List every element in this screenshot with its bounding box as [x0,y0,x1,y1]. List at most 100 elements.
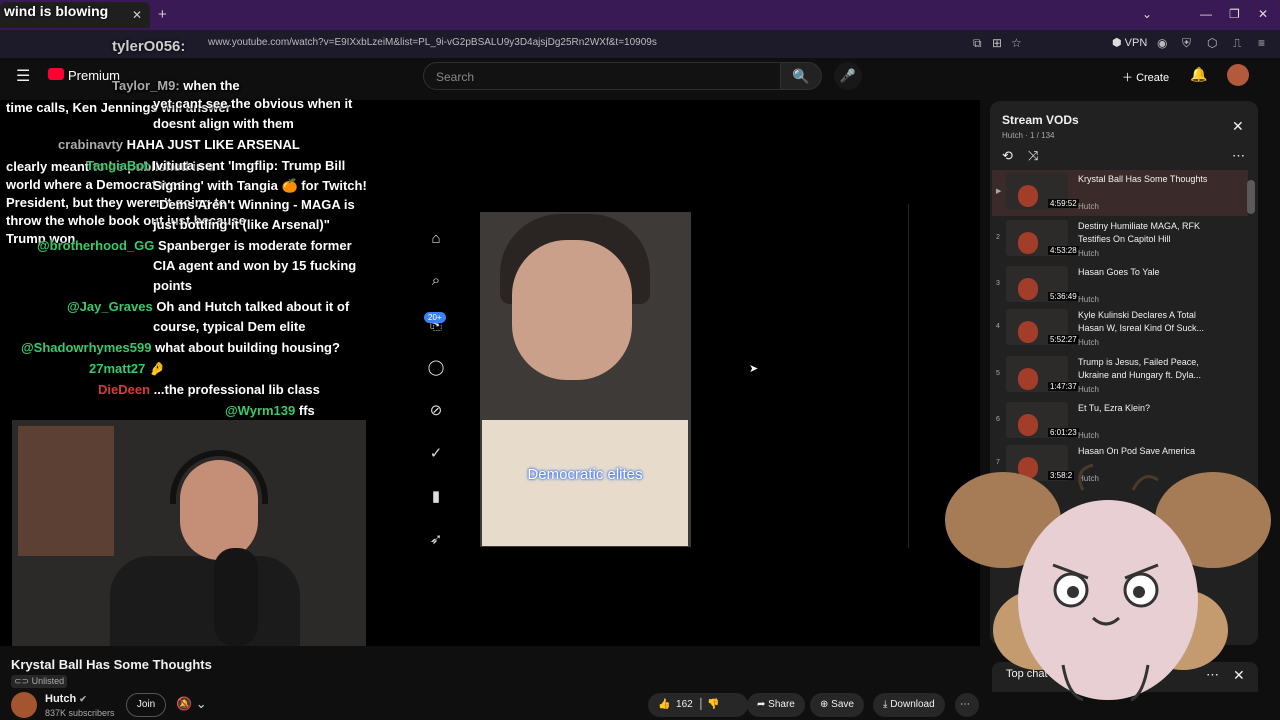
create-button[interactable]: ＋ Create [1122,64,1178,88]
playlist-index: ▶ [996,188,1002,195]
video-title: Krystal Ball Has Some Thoughts [11,657,212,672]
playlist-item-author: Hutch [1078,202,1099,211]
playlist-index: 5 [996,370,1000,377]
chat-text: yet cant see the obvious when it [153,96,353,111]
message-icon[interactable]: ◯ [426,358,446,376]
mic-icon: 🎤 [839,68,857,83]
chat-text: what about building housing? [155,340,340,355]
like-dislike-group: 👍 162 │ 👎 [648,693,748,717]
thumbnail-face [1018,368,1038,390]
chat-text: doesnt align with them [153,116,294,131]
playlist-title[interactable]: Stream VODs [1002,113,1079,127]
like-count[interactable]: 162 [676,699,693,710]
chat-message: @Jay_Graves Oh and Hutch talked about it… [67,299,349,314]
dislike-icon[interactable]: 👎 [707,699,719,710]
video-thumbnail[interactable]: 6:01:23 [1006,402,1079,438]
loop-icon[interactable]: ⟲ [1002,148,1013,164]
verified-icon: ✔ [79,694,87,704]
video-thumbnail[interactable]: 1:47:37 [1006,356,1079,392]
video-thumbnail[interactable]: 5:52:27 [1006,309,1079,345]
playlist-item-title[interactable]: Destiny Humiliate MAGA, RFK Testifies On… [1078,220,1218,246]
shuffle-icon[interactable]: ⤨ [1028,148,1038,164]
subscribe-notification-icon[interactable]: 🔕 ⌄ [176,696,207,712]
save-button[interactable]: ⊕ Save [810,693,864,717]
chat-text: ffs [298,403,315,418]
close-playlist-icon[interactable]: ✕ [1232,118,1244,135]
download-label: Download [890,699,935,710]
chat-text: Ivitiuta sent 'Imgflip: Trump Bill [152,158,346,173]
unlisted-badge: ⊂⊃ Unlisted [11,675,68,688]
save-label: Save [831,699,854,710]
playlist-item[interactable]: 5 1:47:37 Trump is Jesus, Failed Peace, Uk… [996,356,1246,400]
search-input[interactable]: Search [423,62,781,90]
playlist-item[interactable]: ▶ 4:59:52 Krystal Ball Has Some Thoughts Hu… [996,173,1246,217]
search-icon[interactable]: ⌕ [426,272,446,289]
playlist-item[interactable]: 4 5:52:27 Kyle Kulinski Declares A Total H… [996,309,1246,353]
share-icon: ➦ [757,699,766,710]
channel-name[interactable]: Hutch ✔ [45,693,87,705]
join-button[interactable]: Join [126,693,166,717]
playlist-item-author: Hutch [1078,249,1099,258]
playlist-item-author: Hutch [1078,338,1099,347]
playlist-index: 2 [996,234,1000,241]
chat-message: CIA agent and won by 15 fucking [153,258,356,273]
playlist-item[interactable]: 2 4:53:28 Destiny Humiliate MAGA, RFK Test… [996,220,1246,264]
thumbnail-face [1018,185,1038,207]
close-window-icon[interactable]: ✕ [1258,7,1268,21]
wallet-icon[interactable]: ⎍ [1233,36,1241,51]
share-button[interactable]: ➦ Share [747,693,805,717]
playlist-more-icon[interactable]: ⋯ [1232,148,1245,164]
following-icon[interactable]: ✓ [426,444,446,462]
playlist-item[interactable]: 6 6:01:23 Et Tu, Ezra Klein? Hutch [996,402,1246,446]
notifications-bell-icon[interactable]: 🔔 [1190,66,1207,83]
shield-icon[interactable]: ⛨ [1182,36,1191,51]
install-icon[interactable]: ⊞ [992,36,1002,50]
search-button[interactable]: 🔍 [780,62,822,90]
playlist-item-title[interactable]: Krystal Ball Has Some Thoughts [1078,173,1218,186]
playlist-scrollbar[interactable] [1247,180,1255,214]
chat-message: @Wyrm139 ffs [225,403,315,418]
playlist-item-author: Hutch [1078,431,1099,440]
playlist-item-title[interactable]: Hasan Goes To Yale [1078,266,1218,279]
chevron-down-icon[interactable]: ⌄ [1142,7,1152,21]
chat-message: Signing' with Tangia 🍊 for Twitch! [153,178,367,194]
rocket-icon[interactable]: ➶ [426,530,446,548]
home-icon[interactable]: ⌂ [426,230,446,247]
unlisted-label: Unlisted [31,676,65,686]
channel-avatar[interactable] [11,692,37,718]
vpn-button[interactable]: ⬢ VPN [1112,36,1147,49]
playlist-item[interactable]: 3 5:36:49 Hasan Goes To Yale Hutch [996,266,1246,310]
download-button[interactable]: ⤓ Download [873,693,945,717]
chat-message: 27matt27 🤌 [89,361,165,377]
extensions-icon[interactable]: ⬡ [1207,36,1217,50]
chat-text: HAHA JUST LIKE ARSENAL [126,137,300,152]
playlist-item-author: Hutch [1078,385,1099,394]
video-duration: 1:47:37 [1048,382,1079,391]
playlist-item-title[interactable]: Et Tu, Ezra Klein? [1078,402,1218,415]
chat-username: TangiaBot [86,158,149,173]
voice-search-button[interactable]: 🎤 [834,62,862,90]
playlist-item-title[interactable]: Trump is Jesus, Failed Peace, Ukraine an… [1078,356,1218,382]
download-icon: ⤓ [883,699,888,710]
menu-icon[interactable]: ≡ [1258,36,1265,50]
profile-icon[interactable]: ◉ [1157,36,1167,50]
minimize-icon[interactable]: — [1200,7,1212,21]
mouse-cursor-icon: ➤ [749,363,759,375]
screenshot-icon[interactable]: ⧉ [973,36,982,51]
video-thumbnail[interactable]: 4:53:28 [1006,220,1079,256]
bookmark-icon[interactable]: ▮ [426,487,446,505]
like-icon[interactable]: 👍 [658,699,670,710]
account-avatar[interactable] [1227,64,1249,86]
bookmark-star-icon[interactable]: ☆ [1011,36,1022,50]
maximize-icon[interactable]: ❐ [1229,7,1240,21]
create-label: Create [1136,72,1170,84]
webcam-door [18,426,114,556]
video-thumbnail[interactable]: 4:59:52 [1006,173,1079,209]
stream-chat-overlay: Taylor_M9: when the time calls, Ken Jenni… [0,0,370,430]
chat-message: just bottling it (like Arsenal)" [153,217,330,232]
playlist-item-title[interactable]: Kyle Kulinski Declares A Total Hasan W, … [1078,309,1218,335]
explore-icon[interactable]: ⊘ [426,401,446,419]
video-thumbnail[interactable]: 5:36:49 [1006,266,1079,302]
chat-text: course, typical Dem elite [153,319,306,334]
chat-text: "Dems Aren't Winning - MAGA is [153,197,355,212]
